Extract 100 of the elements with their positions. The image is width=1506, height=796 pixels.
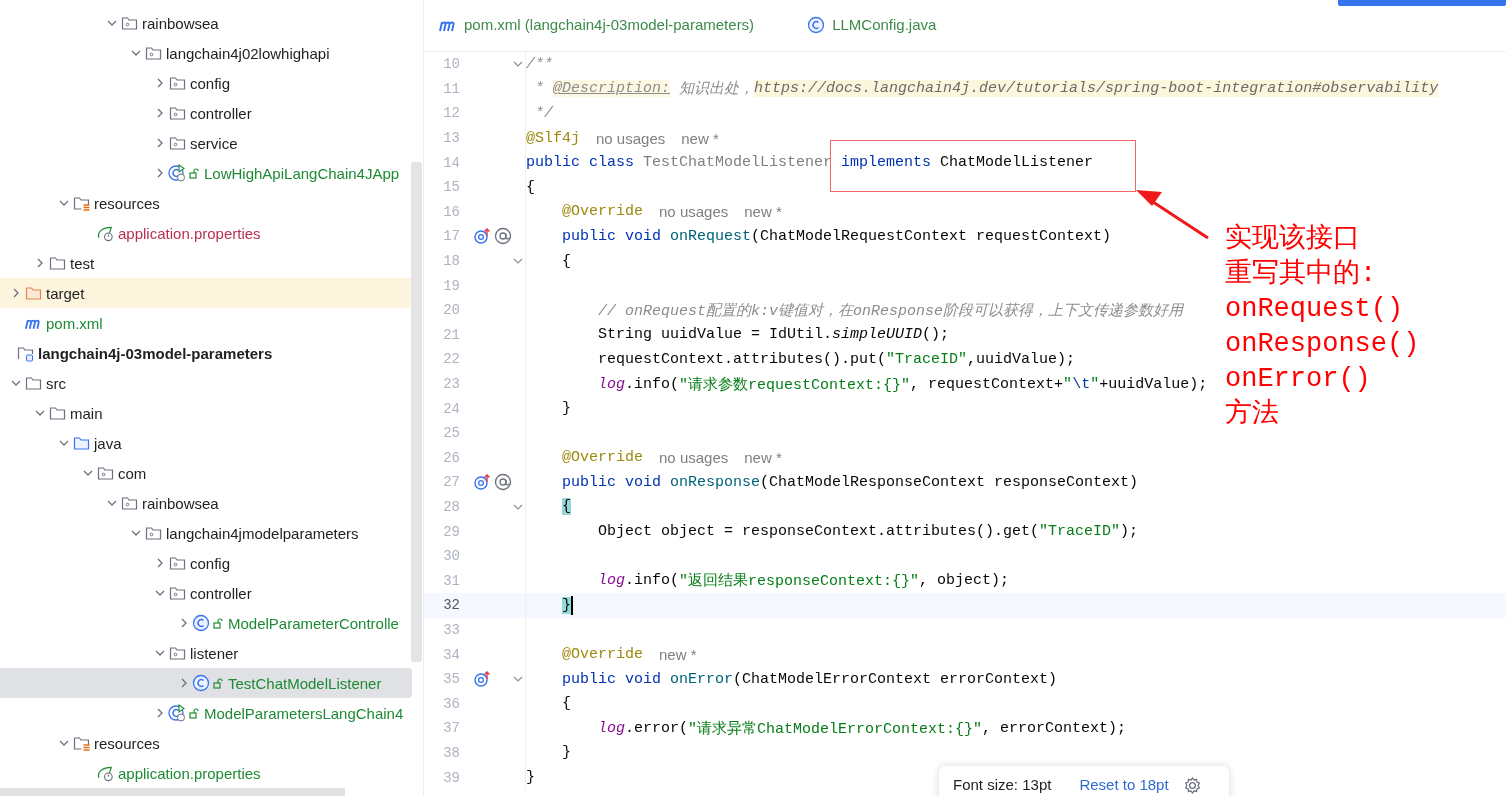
code-token: public void [561, 473, 663, 491]
scrollbar-thumb[interactable] [0, 788, 345, 796]
line-number: 12 [442, 105, 460, 122]
tree-item[interactable]: main [0, 398, 412, 428]
tree-item-label: controller [190, 104, 252, 122]
module-folder-icon [16, 344, 35, 362]
matched-brace: { [562, 498, 572, 516]
inlay-hint[interactable]: no usages [596, 129, 666, 147]
tree-item-label: LowHighApiLangChain4JApp [204, 164, 400, 182]
tree-item[interactable]: langchain4jmodelparameters [0, 518, 412, 548]
code-token: \t [1072, 375, 1091, 393]
line-number: 35 [442, 671, 460, 688]
code-token: "TraceID" [886, 350, 968, 368]
spring-app-icon [168, 704, 202, 722]
at-sign-icon[interactable] [494, 227, 512, 246]
code-token: } [561, 400, 571, 418]
tree-item[interactable]: config [0, 68, 412, 98]
code-token: " [1063, 375, 1073, 393]
code-token: 知识出处， [678, 79, 755, 99]
tree-item-label: application.properties [118, 764, 261, 782]
tree-item[interactable]: langchain4j02lowhighapi [0, 38, 412, 68]
tree-item[interactable]: langchain4j-03model-parameters [0, 338, 412, 368]
tree-item[interactable]: pom.xml [0, 308, 412, 338]
folder-icon [72, 434, 91, 452]
reset-font-link[interactable]: Reset to 18pt [1079, 776, 1169, 793]
code-token: @Slf4j [526, 129, 580, 147]
code-token: /** [526, 55, 553, 73]
tree-item-label: application.properties [118, 224, 261, 242]
tree-item[interactable]: listener [0, 638, 412, 668]
inlay-hint[interactable]: no usages [659, 203, 729, 221]
line-number: 15 [442, 179, 460, 196]
inlay-hint[interactable]: new * [659, 646, 697, 664]
code-token: public void [561, 670, 663, 688]
code-token: https://docs.langchain4j.dev/tutorials/spring-boot-integration#observability [754, 80, 1439, 98]
line-number: 20 [442, 302, 460, 319]
implements-method-icon[interactable] [473, 670, 491, 689]
tree-item[interactable]: LowHighApiLangChain4JApp [0, 158, 412, 188]
annotation-text: 方法 [1225, 397, 1280, 431]
line-number: 29 [442, 523, 460, 540]
code-token: TestChatModelListener [643, 154, 834, 172]
line-number: 11 [442, 80, 460, 97]
tree-item[interactable]: controller [0, 98, 412, 128]
package-folder-icon [96, 464, 115, 482]
annotation-text: onRequest() [1225, 293, 1405, 326]
tree-item[interactable]: controller [0, 578, 412, 608]
code-token: */ [534, 105, 553, 122]
settings-icon[interactable] [1182, 776, 1202, 795]
line-number: 27 [442, 474, 460, 491]
line-number: 16 [442, 203, 460, 220]
code-token: { [526, 178, 535, 196]
package-folder-icon [168, 584, 187, 602]
editor-tab[interactable]: pom.xml (langchain4j-03model-parameters) [438, 9, 755, 42]
tree-item[interactable]: application.properties [0, 758, 412, 788]
tree-item[interactable]: config [0, 548, 412, 578]
tree-item[interactable]: resources [0, 188, 412, 218]
code-token: (ChatModelErrorContext errorContext) [733, 670, 1058, 688]
tree-item[interactable]: target [0, 278, 412, 308]
editor-tab[interactable]: LLMConfig.java [806, 9, 937, 42]
tree-item-label: langchain4jmodelparameters [166, 524, 359, 542]
tree-item[interactable]: src [0, 368, 412, 398]
inlay-hint[interactable]: new * [744, 203, 782, 221]
annotation-text: 实现该接口 [1225, 222, 1361, 256]
tree-item[interactable]: rainbowsea [0, 488, 412, 518]
tree-item-label: controller [190, 584, 252, 602]
tree-item-label: TestChatModelListener [228, 674, 382, 692]
tree-item[interactable]: rainbowsea [0, 8, 412, 38]
tree-item[interactable]: ModelParametersLangChain4 [0, 698, 412, 728]
package-folder-icon [144, 524, 163, 542]
tree-item[interactable]: resources [0, 728, 412, 758]
code-token: { [561, 695, 571, 713]
tree-item[interactable]: java [0, 428, 412, 458]
tree-item[interactable]: test [0, 248, 412, 278]
code-token: log [597, 719, 626, 737]
tree-item[interactable]: service [0, 128, 412, 158]
line-number: 18 [442, 253, 460, 270]
tree-item[interactable]: ModelParameterControlle [0, 608, 412, 638]
inlay-hint[interactable]: new * [681, 129, 719, 147]
code-token: (); [922, 326, 950, 344]
line-number: 34 [442, 646, 460, 663]
annotation-text: onResponse() [1225, 328, 1420, 361]
implements-method-icon[interactable] [473, 473, 491, 492]
tree-item[interactable]: com [0, 458, 412, 488]
at-sign-icon[interactable] [494, 473, 512, 492]
scrollbar-thumb[interactable] [411, 162, 422, 662]
inlay-hint[interactable]: no usages [659, 449, 729, 467]
tree-item-label: listener [190, 644, 239, 662]
class-icon [192, 674, 226, 692]
line-number: 36 [442, 695, 460, 712]
code-token: ,uuidValue); [967, 350, 1076, 368]
tree-item[interactable]: application.properties [0, 218, 412, 248]
leaf-power-icon [96, 764, 115, 782]
code-token: @Override [561, 646, 644, 664]
tree-item-label: langchain4j-03model-parameters [38, 344, 273, 362]
code-token: , requestContext+ [910, 375, 1064, 393]
code-token: implements [841, 154, 932, 172]
code-token: * [534, 80, 545, 98]
inlay-hint[interactable]: new * [744, 449, 782, 467]
resource-folder-icon [72, 734, 91, 752]
implements-method-icon[interactable] [473, 227, 491, 246]
package-folder-icon [168, 104, 187, 122]
